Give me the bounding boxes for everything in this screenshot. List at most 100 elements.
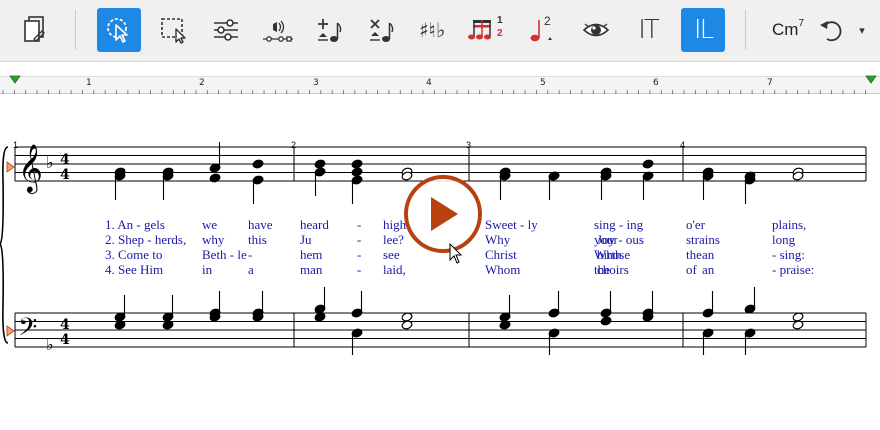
lyric-syllable[interactable]: - praise: — [772, 262, 814, 278]
lyric-syllable[interactable]: 3. Come to — [105, 247, 162, 263]
lyric-syllable[interactable]: - — [248, 247, 252, 263]
lyric-syllable[interactable]: sing - ing — [594, 217, 643, 233]
text-tool-label: IT — [638, 15, 660, 45]
bass-staff — [14, 312, 867, 348]
separator — [75, 10, 76, 50]
lyric-syllable[interactable]: why — [202, 232, 224, 248]
undo-button[interactable] — [816, 8, 846, 52]
marquee-icon — [161, 18, 186, 44]
left-margin-marker[interactable] — [9, 75, 21, 84]
right-margin-marker[interactable] — [865, 75, 877, 84]
lyric-syllable[interactable]: see — [383, 247, 400, 263]
lyric-syllable[interactable]: strains — [686, 232, 720, 248]
voice-number-button[interactable]: 2 — [518, 8, 562, 52]
lyric-syllable[interactable]: - sing: — [772, 247, 805, 263]
lyric-syllable[interactable]: laid, — [383, 262, 406, 278]
select-pointer-button[interactable] — [97, 8, 141, 52]
system-brace — [0, 146, 9, 344]
lyric-syllable[interactable]: Joy - ous — [597, 232, 644, 248]
lyric-syllable[interactable]: Sweet - ly — [485, 217, 538, 233]
delete-note-icon — [370, 19, 394, 42]
lyric-syllable[interactable]: Ju — [300, 232, 312, 248]
time-sig-bottom: 4 — [60, 167, 70, 183]
mouse-cursor-icon — [449, 243, 463, 264]
separator — [745, 10, 746, 50]
time-sig-top: 4 — [60, 317, 70, 333]
bass-clef: 𝄢 — [18, 313, 37, 348]
note-head — [351, 167, 363, 177]
lyric-syllable[interactable]: have — [248, 217, 273, 233]
lyric-syllable[interactable]: 4. See Him — [105, 262, 163, 278]
playback-sound-button[interactable] — [256, 8, 300, 52]
accidentals-button[interactable]: ♯♮♭ — [411, 8, 455, 52]
lyric-syllable[interactable]: o'er — [686, 217, 705, 233]
notes-subscript: 2 — [497, 28, 503, 39]
note-head — [252, 159, 264, 169]
margin-markers — [9, 75, 877, 84]
add-note-button[interactable] — [307, 8, 351, 52]
marquee-select-button[interactable] — [151, 8, 195, 52]
lyric-syllable[interactable]: plains, — [772, 217, 806, 233]
sliders-icon — [214, 19, 238, 41]
lyric-syllable[interactable]: in — [202, 262, 212, 278]
lyric-syllable[interactable]: choirs — [597, 262, 629, 278]
lyric-syllable[interactable]: high — [383, 217, 406, 233]
note-head — [642, 159, 654, 169]
add-note-icon — [318, 19, 342, 42]
time-sig-top: 4 — [60, 152, 70, 168]
delete-note-button[interactable] — [359, 8, 403, 52]
lyric-syllable[interactable]: man — [300, 262, 322, 278]
chevron-down-icon: ▾ — [859, 24, 865, 37]
eye-icon — [582, 23, 610, 37]
measure-number: 1 — [13, 140, 19, 150]
undo-dropdown-button[interactable]: ▾ — [852, 8, 872, 52]
lyric-syllable[interactable]: - — [357, 232, 361, 248]
lyric-syllable[interactable]: Why — [485, 232, 510, 248]
chord-symbol-label: Cm — [771, 20, 799, 39]
voice-superscript: 2 — [544, 14, 551, 28]
svg-text:♯♮♭: ♯♮♭ — [419, 18, 445, 42]
lyrics-tool-button[interactable]: IL — [681, 8, 725, 52]
lyric-syllable[interactable]: - — [357, 262, 361, 278]
lyric-syllable[interactable]: Whom — [485, 262, 520, 278]
lyric-syllable[interactable]: Christ — [485, 247, 517, 263]
play-video-button[interactable] — [404, 175, 482, 253]
lyric-syllable[interactable]: this — [248, 232, 267, 248]
lyric-syllable[interactable]: hem — [300, 247, 322, 263]
lyric-syllable[interactable]: - — [357, 247, 361, 263]
lyric-syllable[interactable]: long — [772, 232, 795, 248]
mixer-sliders-button[interactable] — [204, 8, 248, 52]
view-visibility-button[interactable] — [574, 8, 618, 52]
measure-number: 2 — [291, 140, 297, 150]
note-head — [600, 316, 612, 326]
lyric-syllable[interactable]: heard — [300, 217, 329, 233]
note-head — [351, 159, 363, 169]
lyric-syllable[interactable]: birth — [597, 247, 622, 263]
lyric-syllable[interactable]: a — [248, 262, 254, 278]
lyric-syllable[interactable]: Beth - le — [202, 247, 247, 263]
pointer-icon — [107, 18, 128, 43]
measure-number: 4 — [680, 140, 686, 150]
toolbar: ♯♮♭ 1 2 2 IT IL Cm 7 ▾ — [0, 0, 880, 62]
part-marker[interactable] — [6, 325, 15, 337]
score-document-icon[interactable] — [12, 8, 56, 52]
lyric-syllable[interactable]: lee? — [383, 232, 404, 248]
undo-icon — [820, 21, 842, 42]
lyric-syllable[interactable]: - — [357, 217, 361, 233]
lyric-syllable[interactable]: an — [702, 262, 714, 278]
lyric-syllable[interactable]: 1. An - gels — [105, 217, 165, 233]
note-head — [314, 159, 326, 169]
lyric-syllable[interactable]: an — [702, 247, 714, 263]
time-sig-bottom: 4 — [60, 332, 70, 348]
notes-voices-button[interactable]: 1 2 — [463, 8, 507, 52]
note-head — [209, 173, 221, 183]
lyric-syllable[interactable]: 2. Shep - herds, — [105, 232, 186, 248]
chord-symbol-button[interactable]: Cm 7 — [766, 8, 810, 52]
measure-number: 3 — [466, 140, 472, 150]
lyric-syllable[interactable]: we — [202, 217, 217, 233]
part-marker[interactable] — [6, 161, 15, 173]
lyric-syllable[interactable]: of — [686, 262, 697, 278]
lyric-syllable[interactable]: the — [686, 247, 702, 263]
text-tool-button[interactable]: IT — [626, 8, 670, 52]
notes-superscript: 1 — [497, 15, 503, 26]
